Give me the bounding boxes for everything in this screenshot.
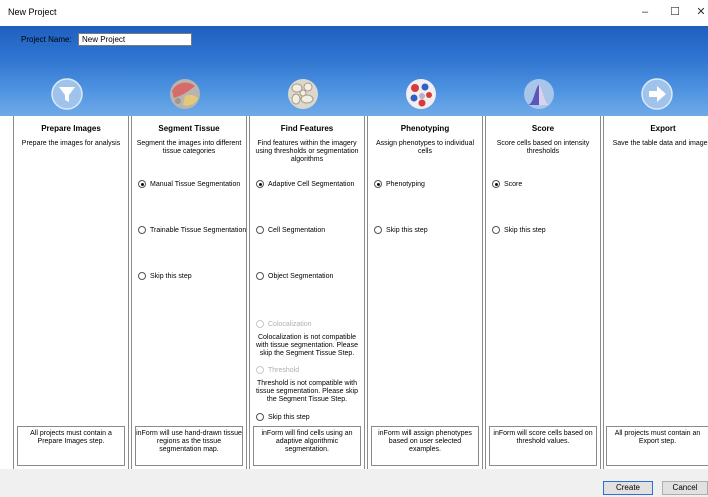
project-name-label: Project Name: — [21, 35, 72, 44]
threshold-note: Threshold is not compatible with tissue … — [256, 380, 358, 403]
step-title: Find Features — [280, 124, 334, 133]
radio-button[interactable] — [138, 272, 146, 281]
radio-button[interactable] — [138, 226, 146, 235]
radio-button — [256, 320, 264, 329]
option-skip-step[interactable]: Skip this step — [138, 272, 192, 282]
phenotype-icon — [406, 79, 436, 109]
colocalization-note: Colocalization is not compatible with ti… — [256, 334, 358, 357]
option-score[interactable]: Score — [492, 180, 522, 190]
step-export[interactable]: Export Save the table data and imagery A… — [603, 116, 708, 469]
step-footer: inForm will assign phenotypes based on u… — [371, 426, 479, 466]
option-label: Skip this step — [504, 227, 546, 234]
project-name-input[interactable]: New Project — [78, 33, 192, 46]
option-skip-step[interactable]: Skip this step — [374, 226, 428, 236]
create-button[interactable]: Create — [603, 481, 653, 495]
window-title: New Project — [8, 7, 57, 17]
option-cell-segmentation[interactable]: Cell Segmentation — [256, 226, 325, 236]
option-phenotyping[interactable]: Phenotyping — [374, 180, 425, 190]
step-footer: inForm will use hand-drawn tissue region… — [135, 426, 243, 466]
option-label: Object Segmentation — [268, 273, 334, 280]
step-segment-tissue[interactable]: Segment Tissue Segment the images into d… — [131, 116, 247, 469]
option-object-segmentation[interactable]: Object Segmentation — [256, 272, 333, 282]
step-title: Prepare Images — [41, 124, 101, 133]
step-description: Assign phenotypes to individual cells — [375, 140, 475, 155]
option-colocalization: Colocalization — [256, 320, 312, 330]
option-trainable-tissue-segmentation[interactable]: Trainable Tissue Segmentation — [138, 226, 246, 236]
step-description: Save the table data and imagery — [612, 140, 708, 147]
step-find-features[interactable]: Find Features Find features within the i… — [249, 116, 365, 469]
option-label: Skip this step — [268, 414, 310, 421]
radio-button[interactable] — [492, 180, 500, 189]
step-footer: All projects must contain an Export step… — [606, 426, 708, 466]
step-description: Prepare the images for analysis — [21, 140, 121, 147]
option-label: Phenotyping — [386, 181, 425, 188]
export-arrow-icon — [641, 78, 673, 110]
step-description: Score cells based on intensity threshold… — [496, 140, 590, 155]
step-title: Segment Tissue — [158, 124, 220, 133]
radio-button[interactable] — [374, 226, 382, 235]
step-prepare-images[interactable]: Prepare Images Prepare the images for an… — [13, 116, 129, 469]
step-description: Segment the images into different tissue… — [136, 140, 242, 155]
option-adaptive-cell-segmentation[interactable]: Adaptive Cell Segmentation — [256, 180, 354, 190]
funnel-icon — [51, 78, 83, 110]
option-manual-tissue-segmentation[interactable]: Manual Tissue Segmentation — [138, 180, 240, 190]
radio-button[interactable] — [256, 272, 264, 281]
step-footer: inForm will find cells using an adaptive… — [253, 426, 361, 466]
radio-button[interactable] — [138, 180, 146, 189]
step-footer: All projects must contain a Prepare Imag… — [17, 426, 125, 466]
cells-icon — [288, 79, 318, 109]
option-label: Cell Segmentation — [268, 227, 326, 234]
step-title: Export — [650, 124, 676, 133]
title-bar: New Project – ☐ ✕ — [0, 0, 708, 26]
radio-button[interactable] — [256, 413, 264, 422]
option-threshold: Threshold — [256, 366, 299, 376]
radio-button[interactable] — [256, 180, 264, 189]
option-label: Trainable Tissue Segmentation — [150, 227, 247, 234]
option-skip-step[interactable]: Skip this step — [492, 226, 546, 236]
option-skip-step[interactable]: Skip this step — [256, 413, 310, 423]
maximize-button[interactable]: ☐ — [664, 4, 686, 20]
option-label: Adaptive Cell Segmentation — [268, 181, 355, 188]
cancel-button[interactable]: Cancel — [662, 481, 708, 495]
option-label: Score — [504, 181, 523, 188]
option-label: Manual Tissue Segmentation — [150, 181, 241, 188]
step-score[interactable]: Score Score cells based on intensity thr… — [485, 116, 601, 469]
step-description: Find features within the imagery using t… — [255, 140, 359, 163]
minimize-button[interactable]: – — [634, 4, 656, 20]
steps-panel: Prepare Images Prepare the images for an… — [0, 116, 708, 469]
score-icon — [524, 79, 554, 109]
bottom-bar — [0, 469, 708, 497]
option-label: Skip this step — [386, 227, 428, 234]
option-label: Colocalization — [268, 321, 312, 328]
close-button[interactable]: ✕ — [690, 4, 708, 20]
radio-button[interactable] — [374, 180, 382, 189]
option-label: Skip this step — [150, 273, 192, 280]
radio-button[interactable] — [256, 226, 264, 235]
step-title: Phenotyping — [400, 124, 450, 133]
radio-button[interactable] — [492, 226, 500, 235]
option-label: Threshold — [268, 367, 300, 374]
step-footer: inForm will score cells based on thresho… — [489, 426, 597, 466]
step-title: Score — [531, 124, 555, 133]
step-phenotyping[interactable]: Phenotyping Assign phenotypes to individ… — [367, 116, 483, 469]
radio-button — [256, 366, 264, 375]
tissue-icon — [170, 79, 200, 109]
